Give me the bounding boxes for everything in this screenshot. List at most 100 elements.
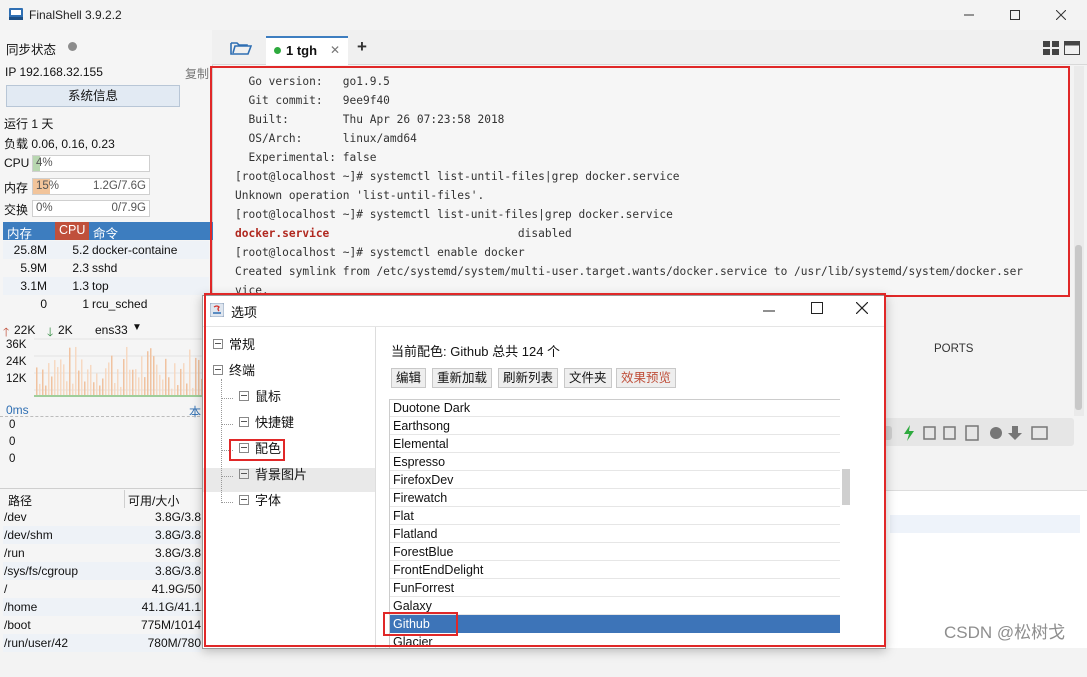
scheme-list-item[interactable]: Flat bbox=[390, 507, 840, 525]
process-row[interactable]: 3.1M 1.3 top bbox=[3, 277, 209, 295]
refresh-list-button[interactable]: 刷新列表 bbox=[498, 368, 559, 388]
disk-row[interactable]: /sys/fs/cgroup 3.8G/3.8 bbox=[3, 562, 201, 580]
disk-row[interactable]: /run/user/42 780M/780 bbox=[3, 634, 201, 652]
disk-path: /dev bbox=[4, 510, 27, 524]
process-row[interactable]: 0 1 rcu_sched bbox=[3, 295, 209, 313]
maximize-button[interactable] bbox=[1000, 4, 1030, 26]
options-dialog: 选项 常规 终端 鼠标 快捷键 配色 背景图片 字体 当前配色: Github … bbox=[202, 295, 886, 649]
minimize-button[interactable] bbox=[954, 4, 984, 26]
collapse-icon[interactable] bbox=[239, 391, 249, 401]
system-info-button[interactable]: 系统信息 bbox=[6, 85, 180, 107]
tree-selected-highlight-box bbox=[229, 439, 285, 461]
network-traffic-bar bbox=[186, 383, 188, 397]
process-header-memory[interactable]: 内存 bbox=[7, 223, 32, 242]
network-traffic-bar bbox=[51, 376, 53, 397]
cpu-percent: 4% bbox=[36, 157, 53, 169]
disk-row[interactable]: /run 3.8G/3.8 bbox=[3, 544, 201, 562]
terminal-scrollbar-thumb[interactable] bbox=[1075, 245, 1082, 410]
disk-size: 3.8G/3.8 bbox=[154, 528, 201, 542]
scheme-list-item[interactable]: Flatland bbox=[390, 525, 840, 543]
process-header-command[interactable]: 命令 bbox=[93, 223, 118, 242]
disk-row[interactable]: /home 41.1G/41.1 bbox=[3, 598, 201, 616]
chevron-down-icon[interactable]: ▼ bbox=[132, 322, 142, 333]
collapse-icon[interactable] bbox=[213, 339, 223, 349]
tree-item-label: 鼠标 bbox=[255, 389, 282, 404]
process-mem: 0 bbox=[40, 297, 47, 311]
scheme-list-item[interactable]: ForestBlue bbox=[390, 543, 840, 561]
network-traffic-bar bbox=[87, 369, 89, 397]
collapse-icon[interactable] bbox=[213, 365, 223, 375]
edit-button[interactable]: 编辑 bbox=[391, 368, 427, 388]
copy-ip-link[interactable]: 复制 bbox=[185, 65, 209, 82]
tree-item-font[interactable]: 字体 bbox=[239, 490, 281, 509]
close-button[interactable] bbox=[1046, 4, 1076, 26]
memory-percent: 15% bbox=[36, 180, 60, 192]
selected-scheme-highlight-box bbox=[383, 612, 458, 636]
tree-line bbox=[221, 424, 233, 425]
tab-session[interactable]: 1 tgh ✕ bbox=[266, 36, 348, 66]
network-traffic-bar bbox=[174, 363, 176, 397]
process-mem: 3.1M bbox=[20, 279, 47, 293]
disk-size: 41.1G/41.1 bbox=[141, 600, 201, 614]
collapse-icon[interactable] bbox=[239, 417, 249, 427]
file-toolbar-icons bbox=[882, 425, 1048, 441]
disk-row[interactable]: /dev 3.8G/3.8 bbox=[3, 508, 201, 526]
scheme-list-item[interactable]: FrontEndDelight bbox=[390, 561, 840, 579]
tree-item-mouse[interactable]: 鼠标 bbox=[239, 386, 281, 405]
latency-host-label: 本 bbox=[189, 405, 202, 419]
grid-layout-icon[interactable] bbox=[1043, 41, 1059, 55]
process-row[interactable]: 5.9M 2.3 sshd bbox=[3, 259, 209, 277]
disk-row[interactable]: /boot 775M/1014 bbox=[3, 616, 201, 634]
scheme-list-item[interactable]: Elemental bbox=[390, 435, 840, 453]
disk-path: /home bbox=[4, 600, 38, 614]
file-list-row[interactable] bbox=[890, 515, 1080, 533]
scheme-list-scrollbar-thumb[interactable] bbox=[842, 469, 850, 505]
scheme-list-scrollbar[interactable] bbox=[840, 399, 852, 648]
maximize-icon[interactable] bbox=[811, 302, 823, 314]
network-traffic-bar bbox=[60, 359, 62, 397]
folder-open-icon[interactable] bbox=[230, 40, 252, 56]
scheme-list-item[interactable]: Duotone Dark bbox=[390, 400, 840, 417]
network-traffic-bar bbox=[96, 373, 98, 397]
process-command: top bbox=[92, 279, 109, 293]
process-header-cpu-cell[interactable]: CPU bbox=[55, 222, 89, 240]
collapse-icon[interactable] bbox=[239, 495, 249, 505]
ip-address: IP 192.168.32.155 bbox=[5, 65, 103, 79]
minimize-icon[interactable] bbox=[763, 306, 775, 316]
add-tab-button[interactable]: + bbox=[357, 37, 367, 57]
network-traffic-bar bbox=[168, 377, 170, 397]
tree-item-background-image[interactable]: 背景图片 bbox=[239, 464, 307, 483]
swap-percent: 0% bbox=[36, 202, 53, 214]
scheme-list-item[interactable]: Earthsong bbox=[390, 417, 840, 435]
scheme-list-item[interactable]: FirefoxDev bbox=[390, 471, 840, 489]
network-traffic-bar bbox=[138, 377, 140, 397]
tree-item-general[interactable]: 常规 bbox=[213, 334, 255, 353]
process-command: sshd bbox=[92, 261, 118, 275]
network-traffic-bar bbox=[66, 381, 68, 397]
disk-table-body: /dev 3.8G/3.8/dev/shm 3.8G/3.8/run 3.8G/3.8… bbox=[0, 508, 212, 677]
tree-item-label: 字体 bbox=[255, 493, 282, 508]
scheme-list-item[interactable]: Firewatch bbox=[390, 489, 840, 507]
scheme-list-item[interactable]: FunForrest bbox=[390, 579, 840, 597]
network-traffic-bar bbox=[123, 359, 125, 397]
preview-button[interactable]: 效果预览 bbox=[616, 368, 677, 388]
disk-header-path[interactable]: 路径 bbox=[8, 492, 32, 509]
close-tab-icon[interactable]: ✕ bbox=[330, 43, 340, 57]
folder-button[interactable]: 文件夹 bbox=[564, 368, 612, 388]
single-layout-icon[interactable] bbox=[1064, 41, 1080, 55]
close-icon[interactable] bbox=[856, 302, 868, 314]
memory-meter: 15% 1.2G/7.6G bbox=[32, 178, 150, 195]
scheme-list-item[interactable]: Espresso bbox=[390, 453, 840, 471]
tree-item-shortcuts[interactable]: 快捷键 bbox=[239, 412, 294, 431]
tree-line bbox=[221, 398, 233, 399]
latency-y-label: 0 bbox=[9, 436, 16, 448]
title-bar: FinalShell 3.9.2.2 bbox=[0, 0, 1087, 30]
reload-button[interactable]: 重新加载 bbox=[432, 368, 493, 388]
collapse-icon[interactable] bbox=[239, 469, 249, 479]
process-row[interactable]: 25.8M 5.2 docker-containe bbox=[3, 241, 209, 259]
disk-header-size[interactable]: 可用/大小 bbox=[128, 492, 179, 509]
memory-label: 内存 bbox=[4, 181, 29, 195]
disk-row[interactable]: / 41.9G/50 bbox=[3, 580, 201, 598]
tree-item-terminal[interactable]: 终端 bbox=[213, 360, 255, 379]
disk-row[interactable]: /dev/shm 3.8G/3.8 bbox=[3, 526, 201, 544]
